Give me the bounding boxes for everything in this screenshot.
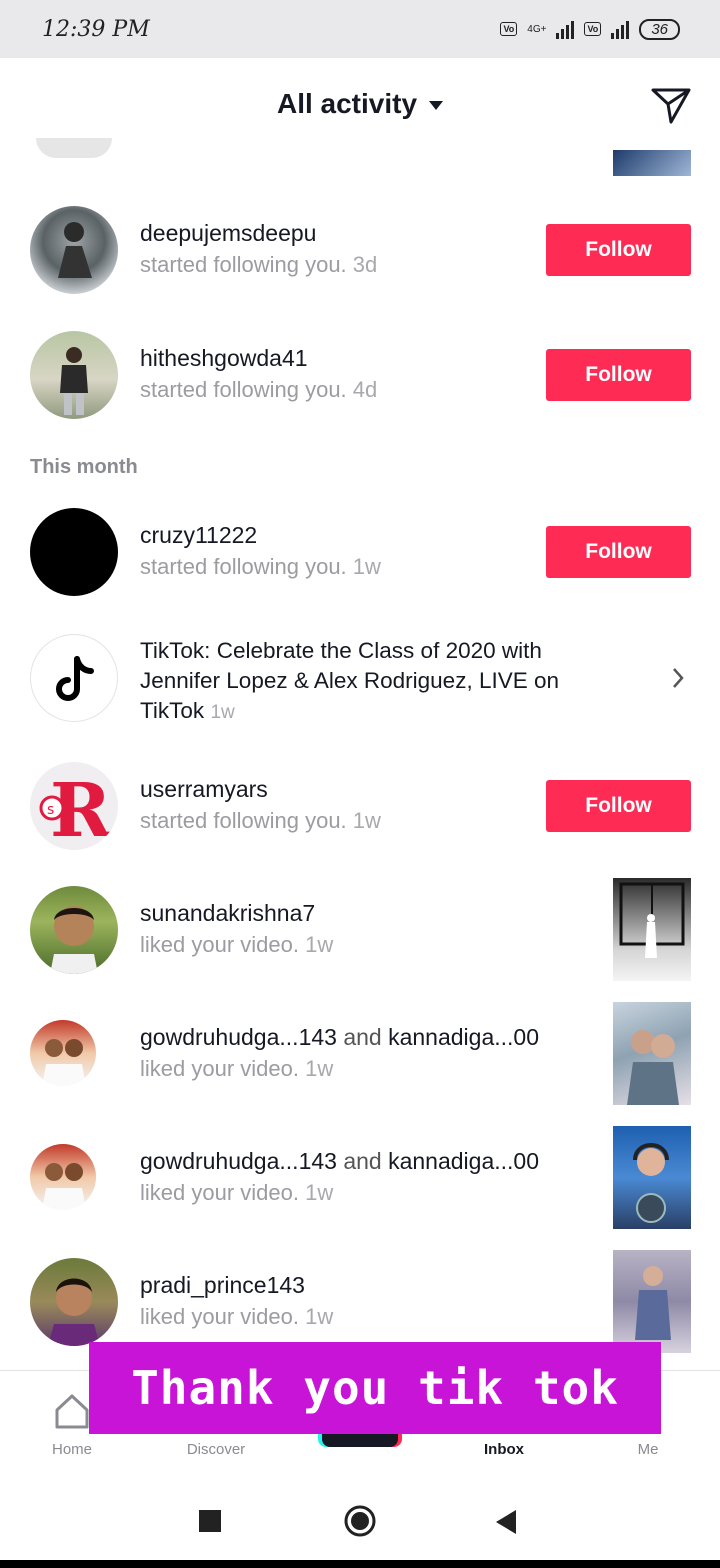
activity-text: started following you. 1w	[140, 808, 381, 833]
activity-text: liked your video. 1w	[140, 1304, 334, 1329]
activity-text: liked your video. 1w	[140, 1056, 334, 1081]
video-caption-overlay: Thank you tik tok	[89, 1342, 661, 1434]
username[interactable]: hitheshgowda41	[140, 345, 308, 372]
avatar	[36, 138, 112, 158]
avatar[interactable]	[30, 886, 118, 974]
username: TikTok:	[140, 638, 211, 663]
username[interactable]: sunandakrishna7	[140, 900, 315, 927]
tab-home-label[interactable]: Home	[22, 1441, 122, 1458]
video-thumbnail[interactable]	[613, 150, 691, 176]
battery-indicator: 36	[639, 18, 680, 40]
follow-button[interactable]: Follow	[546, 224, 691, 276]
status-time: 12:39 PM	[42, 16, 150, 42]
video-thumbnail[interactable]	[613, 1250, 691, 1353]
tiktok-logo-icon	[56, 656, 94, 701]
activity-title: gowdruhudga...143 and kannadiga...00	[140, 1024, 539, 1050]
svg-text:s: s	[47, 802, 54, 818]
activity-text: liked your video. 1w	[140, 1180, 334, 1205]
activity-text: liked your video. 1w	[140, 932, 334, 957]
volte-icon: Vo	[500, 22, 518, 36]
system-navigation-bar	[0, 1478, 720, 1568]
follow-button[interactable]: Follow	[546, 526, 691, 578]
network-label: 4G+	[527, 23, 547, 35]
status-icons: Vo 4G+ Vo 36	[500, 18, 680, 40]
avatar[interactable]	[30, 508, 118, 596]
username[interactable]: pradi_prince143	[140, 1272, 305, 1299]
section-header: This month	[30, 456, 138, 478]
page-title: All activity	[276, 88, 418, 119]
activity-filter-dropdown[interactable]: All activity	[0, 88, 720, 120]
avatar[interactable]	[30, 331, 118, 419]
back-button[interactable]	[496, 1510, 516, 1534]
follow-button[interactable]: Follow	[546, 349, 691, 401]
username[interactable]: gowdruhudga...143	[140, 1024, 337, 1050]
home-button-icon[interactable]	[343, 1504, 377, 1538]
video-thumbnail[interactable]	[613, 1002, 691, 1105]
tab-discover-label[interactable]: Discover	[166, 1441, 266, 1458]
caret-down-icon	[429, 101, 444, 111]
avatar[interactable]	[30, 1020, 96, 1086]
video-thumbnail[interactable]	[613, 878, 691, 981]
avatar[interactable]	[30, 1258, 118, 1346]
avatar[interactable]	[30, 1144, 96, 1210]
username[interactable]: userramyars	[140, 776, 268, 803]
tab-inbox-label[interactable]: Inbox	[454, 1441, 554, 1458]
activity-text: started following you. 1w	[140, 554, 381, 579]
username-2[interactable]: kannadiga...00	[388, 1024, 539, 1050]
chevron-right-icon[interactable]	[670, 666, 686, 690]
direct-message-icon[interactable]	[650, 84, 692, 126]
signal-icon	[556, 19, 575, 39]
activity-text: started following you. 4d	[140, 377, 378, 402]
screen-edge	[0, 1560, 720, 1568]
activity-text: started following you. 3d	[140, 252, 378, 277]
signal-icon-2	[611, 19, 630, 39]
username-2[interactable]: kannadiga...00	[388, 1148, 539, 1174]
username[interactable]: deepujemsdeepu	[140, 220, 316, 247]
avatar[interactable]	[30, 206, 118, 294]
activity-title: gowdruhudga...143 and kannadiga...00	[140, 1148, 539, 1174]
status-bar: 12:39 PM Vo 4G+ Vo 36	[0, 0, 720, 58]
username[interactable]: cruzy11222	[140, 522, 257, 549]
tab-me-label[interactable]: Me	[598, 1441, 698, 1458]
follow-button[interactable]: Follow	[546, 780, 691, 832]
volte-icon-2: Vo	[584, 22, 602, 36]
home-icon	[55, 1394, 89, 1429]
system-message: TikTok: Celebrate the Class of 2020 with…	[140, 638, 560, 723]
video-thumbnail[interactable]	[613, 1126, 691, 1229]
username[interactable]: gowdruhudga...143	[140, 1148, 337, 1174]
recent-apps-button[interactable]	[199, 1510, 221, 1532]
avatar	[30, 634, 118, 722]
avatar[interactable]: Rs	[30, 762, 118, 850]
